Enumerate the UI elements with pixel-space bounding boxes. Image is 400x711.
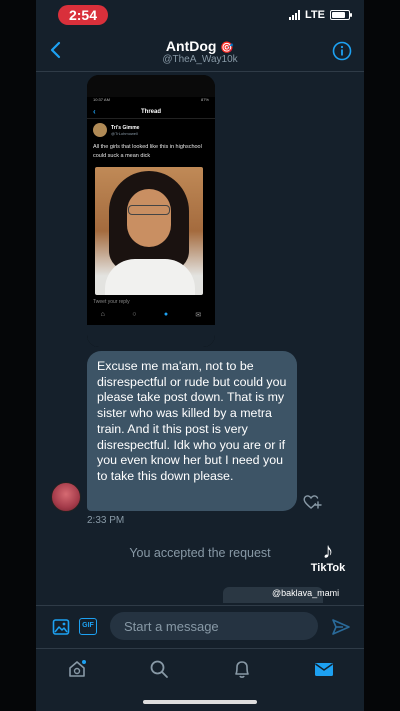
dm-screen: 2:54 LTE AntDog 🎯 @TheA_Way10k 10:37 AM … [36, 0, 364, 711]
battery-icon [330, 10, 352, 20]
conversation-header: AntDog 🎯 @TheA_Way10k [36, 32, 364, 72]
screenshot-reply-field: Tweet your reply [93, 299, 130, 305]
screenshot-status-bar: 10:37 AM 87% [87, 97, 215, 105]
signal-icon [289, 10, 301, 20]
contact-avatar[interactable] [51, 482, 81, 512]
screenshot-author-avatar [93, 123, 107, 137]
message-composer: GIF [36, 605, 364, 647]
screenshot-mail-icon: ✉ [195, 312, 202, 319]
screenshot-tweet-text: All the girls that looked like this in h… [93, 144, 202, 159]
screenshot-bell-icon: ● [163, 311, 169, 318]
tiktok-watermark: ♪ TikTok [308, 538, 348, 575]
screenshot-author-handle: @TrLohmowell [111, 130, 138, 136]
contact-handle: @TheA_Way10k [162, 54, 238, 65]
status-bar: 2:54 LTE [36, 0, 364, 32]
home-icon[interactable] [66, 658, 88, 680]
screenshot-tweet-photo [95, 167, 203, 295]
status-clock: 2:54 [58, 5, 108, 25]
screenshot-search-icon: ○ [132, 311, 137, 318]
bell-icon[interactable] [231, 658, 253, 680]
search-icon[interactable] [148, 658, 170, 680]
screenshot-thread-header: ‹ Thread [87, 105, 215, 119]
screenshot-back-icon: ‹ [93, 107, 96, 116]
info-icon[interactable] [332, 41, 352, 61]
tiktok-logo-icon: ♪ [322, 538, 334, 563]
screenshot-tab-bar: ⌂ ○ ● ✉ [87, 309, 215, 321]
target-emoji: 🎯 [220, 42, 235, 54]
screenshot-home-icon: ⌂ [100, 311, 105, 318]
home-indicator [143, 700, 257, 704]
screenshot-time: 10:37 AM [93, 97, 110, 102]
screenshot-battery: 87% [200, 97, 209, 102]
screenshot-thread-title: Thread [140, 109, 161, 115]
shared-screenshot-image[interactable]: 10:37 AM 87% ‹ Thread Tri's Gimme @TrLoh… [87, 75, 215, 347]
heart-plus-icon[interactable] [302, 492, 322, 512]
conversation-title[interactable]: AntDog 🎯 [36, 38, 364, 54]
message-timestamp: 2:33 PM [87, 515, 125, 526]
contact-name: AntDog [165, 38, 217, 54]
screenshot-author-name: Tri's Gimme [111, 124, 140, 131]
carrier-label: LTE [305, 9, 325, 21]
send-icon[interactable] [331, 617, 351, 637]
mail-icon[interactable] [313, 658, 335, 680]
left-letterbox [0, 0, 36, 711]
screenshot-notch-area [87, 75, 215, 97]
bottom-tab-bar [36, 648, 364, 688]
image-icon[interactable] [52, 618, 70, 636]
tiktok-brand: TikTok [310, 562, 346, 574]
message-input[interactable] [110, 612, 318, 640]
gif-icon[interactable]: GIF [79, 618, 97, 635]
message-bubble[interactable]: Excuse me ma'am, not to be disrespectful… [87, 351, 297, 511]
screenshot-tweet-author: Tri's Gimme @TrLohmowell [87, 119, 215, 141]
right-letterbox [364, 0, 400, 711]
status-indicators: LTE [289, 9, 352, 21]
tiktok-username: @baklava_mami [272, 588, 340, 598]
